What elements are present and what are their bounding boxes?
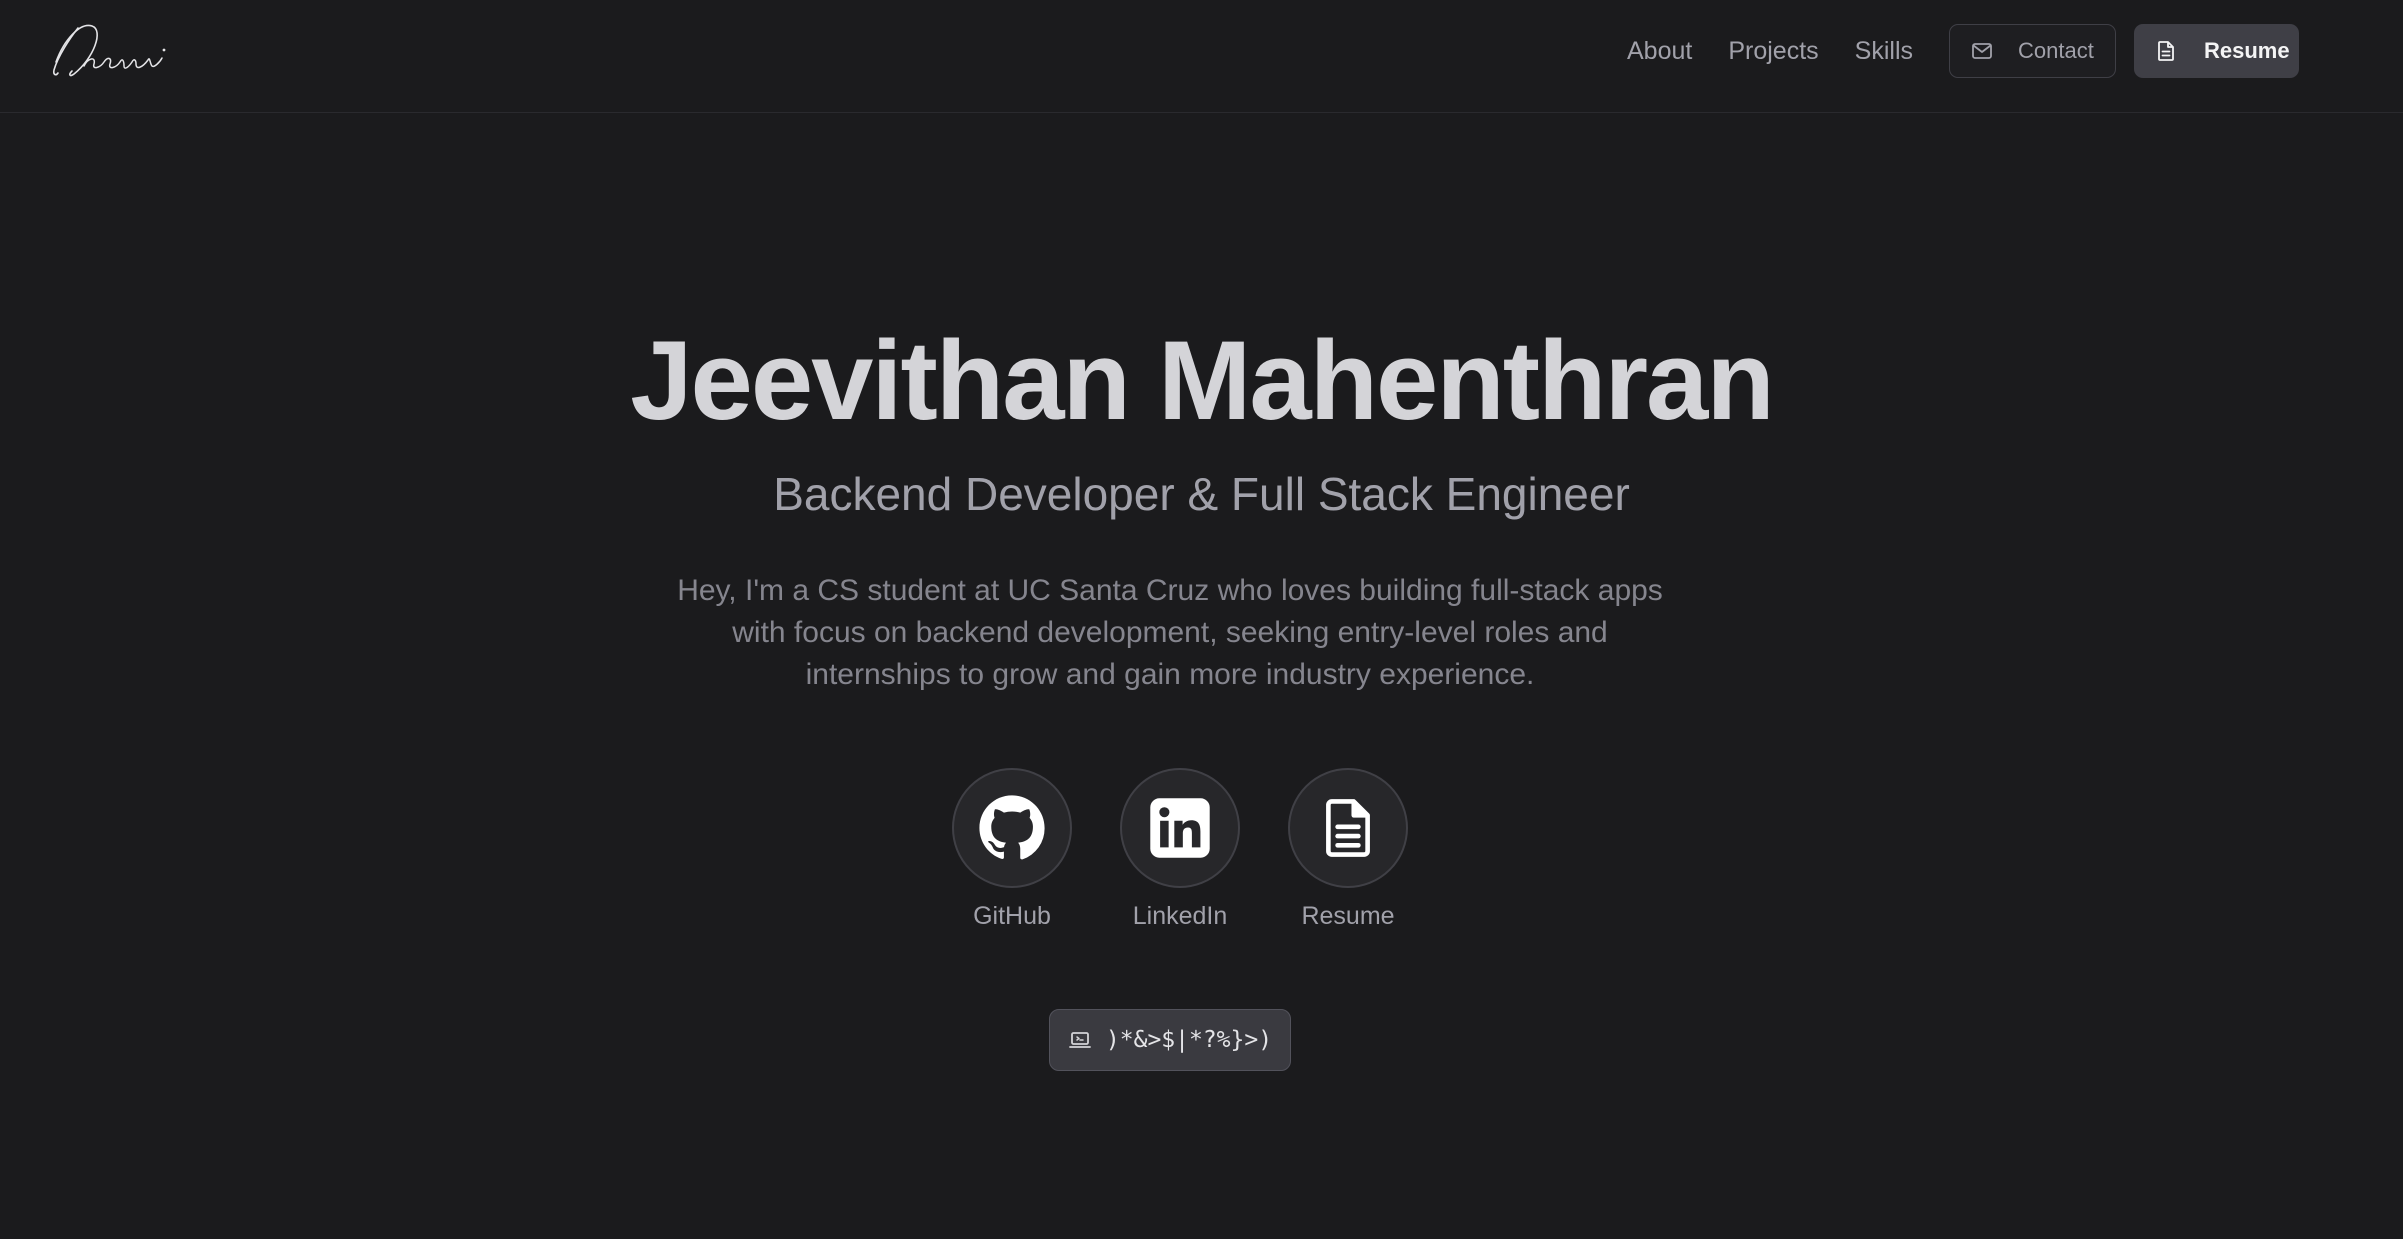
terminal-badge[interactable]: )*&>$|*?%}>) <box>1049 1009 1291 1071</box>
github-link[interactable]: GitHub <box>942 768 1082 931</box>
hero-name: Jeevithan Mahenthran <box>630 318 1775 443</box>
document-icon <box>2158 41 2174 61</box>
nav-projects[interactable]: Projects <box>1728 37 1818 66</box>
hero-subtitle: Backend Developer & Full Stack Engineer <box>773 468 1630 520</box>
contact-button[interactable]: Contact <box>1949 24 2116 78</box>
linkedin-circle <box>1120 768 1240 888</box>
github-icon <box>979 795 1045 860</box>
badge-text: )*&>$|*?%}>) <box>1105 1027 1273 1053</box>
document-icon <box>1326 799 1370 857</box>
signature-logo[interactable] <box>50 18 174 82</box>
github-circle <box>952 768 1072 888</box>
resume-button-label: Resume <box>2204 38 2290 63</box>
nav-skills[interactable]: Skills <box>1855 37 1913 66</box>
linkedin-label: LinkedIn <box>1132 902 1228 930</box>
linkedin-link[interactable]: LinkedIn <box>1110 768 1250 931</box>
linkedin-icon <box>1150 798 1210 858</box>
contact-button-label: Contact <box>2018 38 2094 63</box>
github-label: GitHub <box>973 902 1051 930</box>
hero-bio: Hey, I'm a CS student at UC Santa Cruz w… <box>677 574 1663 691</box>
nav-about[interactable]: About <box>1627 37 1692 66</box>
mail-icon <box>1972 43 1992 59</box>
resume-circle <box>1288 768 1408 888</box>
resume-link[interactable]: Resume <box>1278 768 1418 931</box>
resume-label: Resume <box>1301 902 1395 930</box>
resume-button[interactable]: Resume <box>2134 24 2299 78</box>
main-nav: About Projects Skills Contact Resume <box>1627 24 2299 78</box>
site-header: About Projects Skills Contact Resume <box>0 0 2403 113</box>
social-links: GitHub LinkedIn Resume <box>940 768 1460 938</box>
laptop-icon <box>1069 1032 1091 1048</box>
